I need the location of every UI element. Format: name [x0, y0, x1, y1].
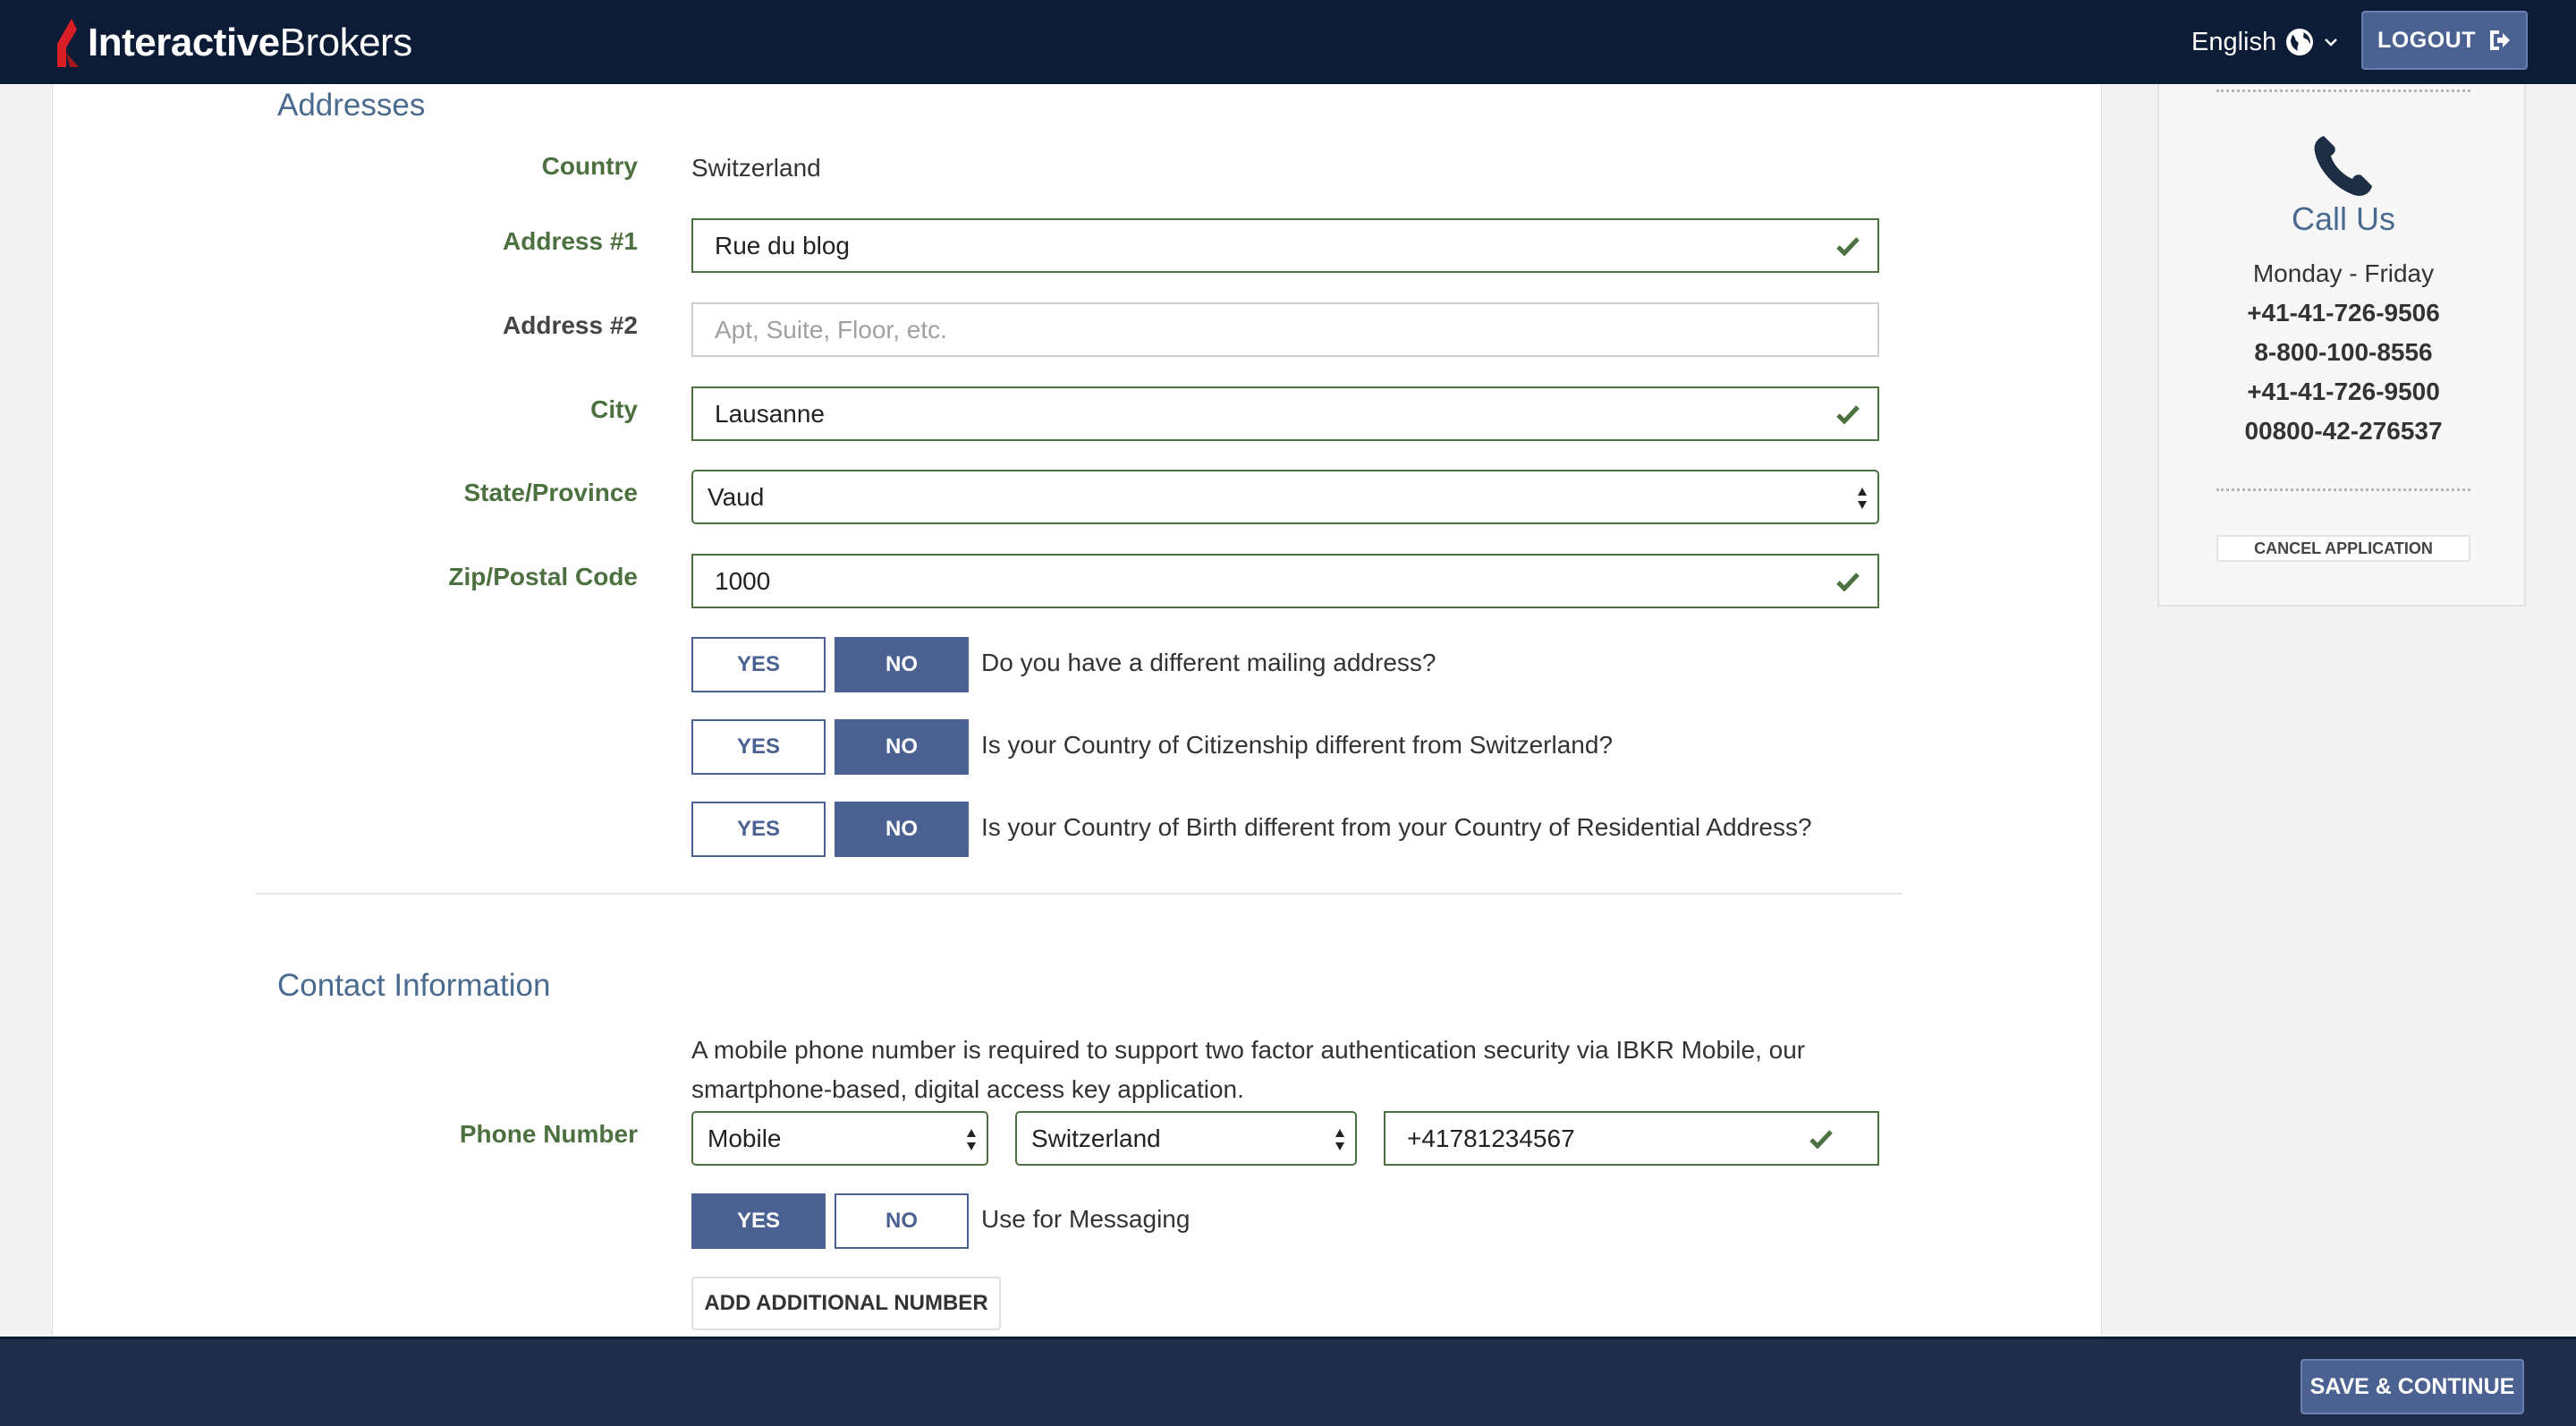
support-hours: Monday - Friday — [2252, 259, 2435, 287]
address1-input[interactable]: Rue du blog — [691, 218, 1879, 273]
phone-country-select[interactable]: Switzerland — [1015, 1111, 1357, 1166]
support-phone-4: 00800-42-276537 — [2244, 417, 2443, 445]
support-phone-2: 8-800-100-8556 — [2254, 338, 2433, 366]
birth-country-yes-button[interactable]: YES — [691, 802, 826, 857]
check-icon — [1836, 237, 1860, 256]
phone-number-input[interactable]: +41781234567 — [1384, 1111, 1879, 1166]
addresses-section-title: Addresses — [277, 88, 426, 123]
add-additional-number-button[interactable]: ADD ADDITIONAL NUMBER — [691, 1277, 1001, 1330]
top-navbar: InteractiveBrokers English LOGOUT — [0, 0, 2576, 84]
address1-label: Address #1 — [503, 227, 638, 255]
select-arrows-icon — [1335, 1129, 1344, 1150]
messaging-yes-button[interactable]: YES — [691, 1193, 826, 1249]
logout-icon — [2489, 30, 2510, 50]
save-continue-button[interactable]: SAVE & CONTINUE — [2301, 1359, 2524, 1414]
country-label: Country — [541, 152, 638, 180]
address2-input[interactable]: Apt, Suite, Floor, etc. — [691, 302, 1879, 357]
country-value: Switzerland — [691, 154, 821, 182]
brand-name: InteractiveBrokers — [88, 21, 412, 64]
state-value: Vaud — [708, 482, 765, 511]
language-selector[interactable]: English — [2191, 21, 2339, 63]
check-icon — [1809, 1130, 1833, 1149]
section-divider — [255, 893, 1902, 895]
check-icon — [1836, 573, 1860, 591]
city-input[interactable]: Lausanne — [691, 386, 1879, 441]
brand-logo[interactable]: InteractiveBrokers — [52, 16, 412, 70]
city-label: City — [590, 395, 638, 423]
citizenship-yes-button[interactable]: YES — [691, 719, 826, 775]
address1-value: Rue du blog — [715, 231, 851, 259]
globe-icon — [2286, 29, 2314, 55]
city-value: Lausanne — [715, 399, 826, 428]
state-label: State/Province — [463, 479, 638, 506]
messaging-question: Use for Messaging — [981, 1205, 1191, 1233]
state-select[interactable]: Vaud — [691, 470, 1879, 524]
cancel-application-button[interactable]: CANCEL APPLICATION — [2216, 535, 2470, 562]
phone-type-value: Mobile — [708, 1124, 782, 1152]
top-dotted-divider — [2216, 89, 2470, 92]
zip-label: Zip/Postal Code — [448, 563, 638, 590]
address2-label: Address #2 — [503, 311, 638, 339]
phone-number-label: Phone Number — [459, 1120, 638, 1148]
bottom-dotted-divider — [2216, 488, 2470, 491]
citizenship-no-button[interactable]: NO — [835, 719, 969, 775]
support-phone-3: +41-41-726-9500 — [2247, 378, 2440, 405]
phone-number-value: +41781234567 — [1407, 1124, 1575, 1152]
phone-country-value: Switzerland — [1031, 1124, 1161, 1152]
contact-support-card: Call Us Monday - Friday +41-41-726-9506 … — [2157, 84, 2526, 607]
logo-mark-icon — [57, 19, 79, 67]
check-icon — [1836, 405, 1860, 424]
address2-placeholder: Apt, Suite, Floor, etc. — [715, 315, 947, 344]
mailing-address-question: Do you have a different mailing address? — [981, 649, 1436, 676]
contact-section-title: Contact Information — [277, 968, 551, 1003]
birth-country-question: Is your Country of Birth different from … — [981, 813, 1812, 841]
bottom-action-bar: SAVE & CONTINUE — [0, 1337, 2576, 1426]
citizenship-question: Is your Country of Citizenship different… — [981, 731, 1614, 759]
mailing-address-no-button[interactable]: NO — [835, 637, 969, 692]
call-us-title: Call Us — [2291, 200, 2395, 237]
phone-type-select[interactable]: Mobile — [691, 1111, 988, 1166]
birth-country-no-button[interactable]: NO — [835, 802, 969, 857]
support-phone-1: +41-41-726-9506 — [2247, 299, 2440, 327]
phone-info-text: A mobile phone number is required to sup… — [691, 1036, 1806, 1103]
select-arrows-icon — [967, 1129, 976, 1150]
select-arrows-icon — [1858, 488, 1867, 509]
mailing-address-yes-button[interactable]: YES — [691, 637, 826, 692]
zip-value: 1000 — [715, 566, 771, 595]
application-form-panel: Addresses Country Switzerland Address #1… — [52, 84, 2102, 1337]
messaging-no-button[interactable]: NO — [835, 1193, 969, 1249]
logout-button[interactable]: LOGOUT — [2361, 11, 2528, 70]
language-label: English — [2191, 27, 2277, 56]
logout-label: LOGOUT — [2377, 27, 2476, 53]
zip-input[interactable]: 1000 — [691, 554, 1879, 608]
phone-icon — [2314, 136, 2372, 196]
chevron-down-icon — [2325, 38, 2338, 47]
